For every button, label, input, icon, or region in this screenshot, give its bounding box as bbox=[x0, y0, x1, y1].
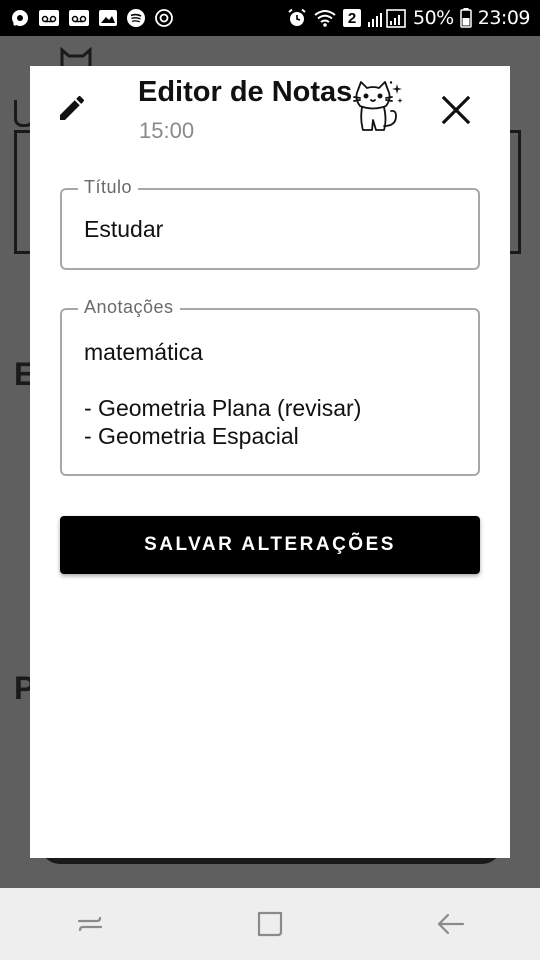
back-icon bbox=[437, 913, 465, 935]
navigation-bar bbox=[0, 888, 540, 960]
dialog-title: Editor de Notas bbox=[138, 76, 353, 108]
cat-icon bbox=[352, 80, 406, 136]
screen: 2 50% 23:09 E P Editor de Notas 15:00 Tí… bbox=[0, 0, 540, 960]
battery-percent: 50% bbox=[413, 7, 454, 29]
notes-field-label: Anotações bbox=[78, 297, 180, 318]
notes-textarea[interactable]: matemática - Geometria Plana (revisar) -… bbox=[84, 338, 464, 450]
pencil-icon bbox=[56, 92, 88, 124]
alarm-icon bbox=[287, 8, 307, 28]
status-left-icons bbox=[10, 8, 174, 28]
recent-apps-button[interactable] bbox=[60, 894, 120, 954]
voicemail-icon bbox=[68, 9, 90, 27]
title-input[interactable]: Estudar bbox=[84, 216, 163, 243]
home-icon bbox=[257, 911, 283, 937]
chat-icon bbox=[10, 8, 30, 28]
status-right-icons: 2 50% 23:09 bbox=[287, 7, 531, 29]
close-button[interactable] bbox=[436, 90, 476, 130]
voicemail-icon bbox=[38, 9, 60, 27]
battery-icon bbox=[459, 8, 472, 28]
close-icon bbox=[441, 95, 471, 125]
background-frame-left bbox=[14, 130, 31, 254]
notification-badge: 2 bbox=[343, 9, 361, 27]
status-time: 23:09 bbox=[477, 7, 531, 29]
back-button[interactable] bbox=[420, 894, 480, 954]
home-button[interactable] bbox=[240, 894, 300, 954]
save-changes-button[interactable]: SALVAR ALTERAÇÕES bbox=[60, 516, 480, 574]
notes-field[interactable]: Anotações matemática - Geometria Plana (… bbox=[60, 297, 480, 476]
spotify-icon bbox=[126, 8, 146, 28]
status-bar: 2 50% 23:09 bbox=[0, 0, 540, 36]
dialog-time: 15:00 bbox=[139, 118, 195, 143]
title-field-label: Título bbox=[78, 177, 139, 198]
signal-icon bbox=[367, 8, 407, 28]
title-field[interactable]: Título Estudar bbox=[60, 177, 480, 270]
image-icon bbox=[98, 9, 118, 27]
note-editor-dialog: Editor de Notas 15:00 Título Estudar Ano… bbox=[30, 66, 510, 858]
recent-apps-icon bbox=[77, 916, 103, 932]
wifi-icon bbox=[313, 8, 337, 28]
sync-icon bbox=[154, 8, 174, 28]
